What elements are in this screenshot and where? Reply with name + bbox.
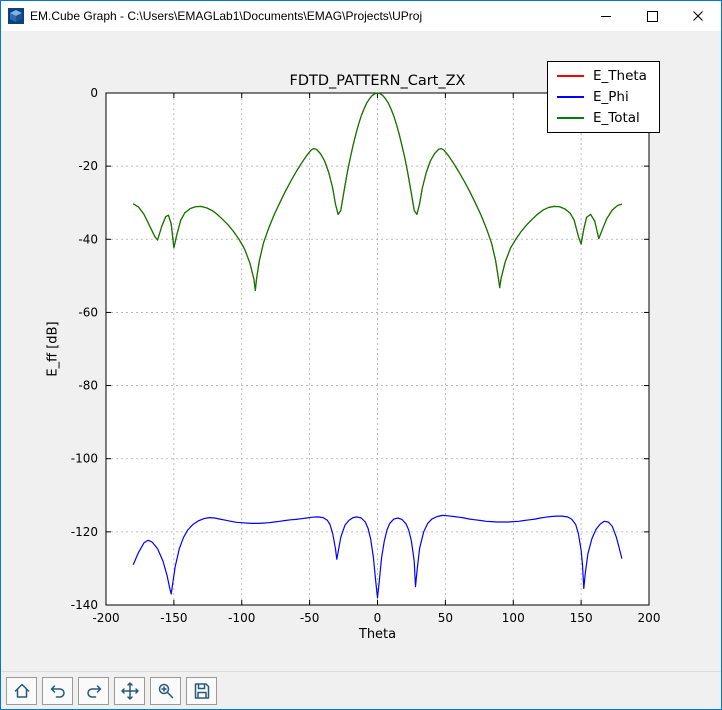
legend-label: E_Total <box>593 110 640 126</box>
minimize-button[interactable] <box>583 1 629 31</box>
pan-button[interactable] <box>114 677 145 705</box>
titlebar[interactable]: EM.Cube Graph - C:\Users\EMAGLab1\Docume… <box>1 1 721 31</box>
legend-line-sample <box>557 117 584 119</box>
home-button[interactable] <box>6 677 37 705</box>
x-tick-label: -200 <box>92 611 119 625</box>
close-button[interactable] <box>675 1 721 31</box>
x-tick-label: 100 <box>502 611 525 625</box>
legend-line-sample <box>557 96 584 98</box>
x-tick-label: 50 <box>438 611 453 625</box>
legend-entry: E_Total <box>557 110 647 126</box>
minimize-icon <box>601 16 611 17</box>
x-tick-label: -150 <box>160 611 187 625</box>
app-icon <box>8 8 24 24</box>
y-tick-label: -20 <box>78 159 98 173</box>
zoom-button[interactable] <box>150 677 181 705</box>
window-title: EM.Cube Graph - C:\Users\EMAGLab1\Docume… <box>30 9 583 23</box>
legend: E_Theta E_Phi E_Total <box>547 61 660 133</box>
x-tick-label: 0 <box>374 611 382 625</box>
x-tick-label: 200 <box>638 611 661 625</box>
window-controls <box>583 1 721 31</box>
save-floppy-icon <box>192 681 212 701</box>
x-axis-label: Theta <box>106 627 649 642</box>
plot-figure: -200 -150 -100 -50 0 50 100 150 200 0 -20 -40 -60 -80… <box>1 31 721 671</box>
legend-entry: E_Theta <box>557 68 647 84</box>
maximize-button[interactable] <box>629 1 675 31</box>
legend-line-sample <box>557 75 584 77</box>
pan-move-icon <box>120 681 140 701</box>
y-tick-label: -60 <box>78 305 98 319</box>
legend-label: E_Theta <box>593 68 647 84</box>
x-tick-label: -100 <box>228 611 255 625</box>
forward-button[interactable] <box>78 677 109 705</box>
home-icon <box>12 681 32 701</box>
forward-arrow-icon <box>84 681 104 701</box>
y-axis-label: E_ff [dB] <box>46 321 61 376</box>
maximize-icon <box>647 11 658 22</box>
legend-label: E_Phi <box>593 89 629 105</box>
close-icon <box>693 11 703 21</box>
y-tick-label: -120 <box>71 525 98 539</box>
back-button[interactable] <box>42 677 73 705</box>
zoom-magnifier-icon <box>156 681 176 701</box>
back-arrow-icon <box>48 681 68 701</box>
y-tick-label: 0 <box>90 86 98 100</box>
save-button[interactable] <box>186 677 217 705</box>
x-tick-label: 150 <box>570 611 593 625</box>
y-tick-label: -140 <box>71 598 98 612</box>
plot-toolbar <box>1 671 721 709</box>
y-tick-label: -40 <box>78 232 98 246</box>
app-window: EM.Cube Graph - C:\Users\EMAGLab1\Docume… <box>0 0 722 710</box>
x-tick-label: -50 <box>300 611 320 625</box>
y-tick-label: -100 <box>71 452 98 466</box>
legend-entry: E_Phi <box>557 89 647 105</box>
y-tick-label: -80 <box>78 379 98 393</box>
